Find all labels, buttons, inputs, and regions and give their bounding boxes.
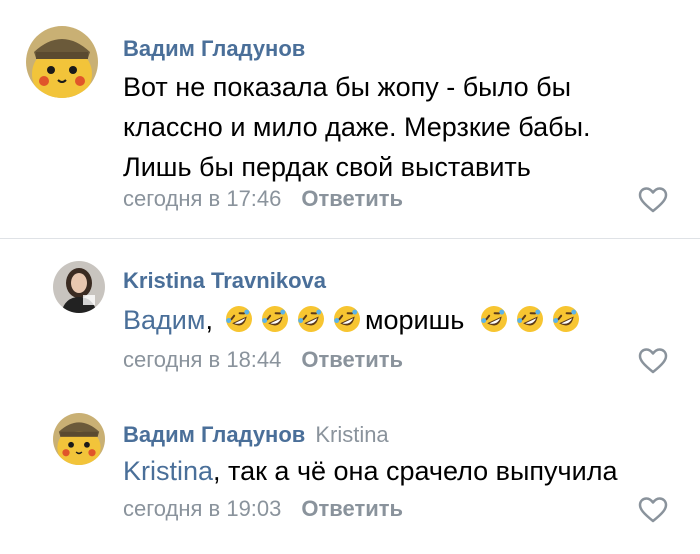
rolling-on-floor-laughing-emoji	[553, 306, 580, 332]
rolling-on-floor-laughing-emoji	[481, 306, 508, 332]
avatar[interactable]	[26, 26, 98, 98]
avatar[interactable]	[53, 261, 105, 313]
comment-text-word: моришь	[364, 305, 465, 335]
comment-text-line-1: Вот не показала бы жопу - было бы	[123, 72, 572, 102]
reply-button[interactable]: Ответить	[301, 347, 403, 372]
comment-author: Вадим Гладунов Kristina	[123, 422, 389, 448]
comment-text-line-3: Лишь бы пердак свой выставить	[123, 152, 531, 182]
comment-timestamp: сегодня в 18:44	[123, 347, 282, 372]
comment-timestamp: сегодня в 19:03	[123, 496, 282, 521]
reply-button[interactable]: Ответить	[301, 496, 403, 521]
mention-link[interactable]: Kristina	[123, 456, 213, 486]
comment-timestamp: сегодня в 17:46	[123, 186, 282, 211]
heart-outline-icon[interactable]	[638, 347, 668, 375]
heart-outline-icon[interactable]	[638, 186, 668, 214]
reply-button[interactable]: Ответить	[301, 186, 403, 211]
comment-text-body: , так а чё она срачело выпучила	[213, 456, 618, 486]
comma: ,	[205, 305, 213, 335]
heart-outline-icon[interactable]	[638, 496, 668, 524]
kristina-avatar-image	[53, 261, 105, 313]
comment-3: Вадим Гладунов Kristina Kristina, так а ч…	[0, 389, 700, 554]
rolling-on-floor-laughing-emoji	[225, 306, 252, 332]
rolling-on-floor-laughing-emoji	[297, 306, 324, 332]
author-name[interactable]: Вадим Гладунов	[123, 422, 305, 447]
rolling-on-floor-laughing-emoji	[333, 306, 360, 332]
rolling-on-floor-laughing-emoji	[517, 306, 544, 332]
avatar[interactable]	[53, 413, 105, 465]
comment-author[interactable]: Вадим Гладунов	[123, 36, 305, 62]
comment-meta: сегодня в 19:03 Ответить	[123, 496, 403, 522]
reply-to-name[interactable]: Kristina	[315, 422, 388, 447]
comment-meta: сегодня в 17:46 Ответить	[123, 186, 403, 212]
comment-meta: сегодня в 18:44 Ответить	[123, 347, 403, 373]
mention-link[interactable]: Вадим	[123, 305, 205, 335]
comment-author[interactable]: Kristina Travnikova	[123, 268, 326, 294]
rolling-on-floor-laughing-emoji	[261, 306, 288, 332]
comment-2: Kristina Travnikova Вадим, моришь сегодня…	[0, 239, 700, 389]
comment-1: Вадим Гладунов Вот не показала бы жопу -…	[0, 0, 700, 238]
pikachu-avatar-image	[26, 26, 98, 98]
comment-text-line-2: классно и мило даже. Мерзкие бабы.	[123, 112, 591, 142]
comment-text: Вадим, моришь	[123, 300, 584, 340]
pikachu-avatar-image	[53, 413, 105, 465]
comment-text: Kristina, так а чё она срачело выпучила	[123, 451, 617, 491]
